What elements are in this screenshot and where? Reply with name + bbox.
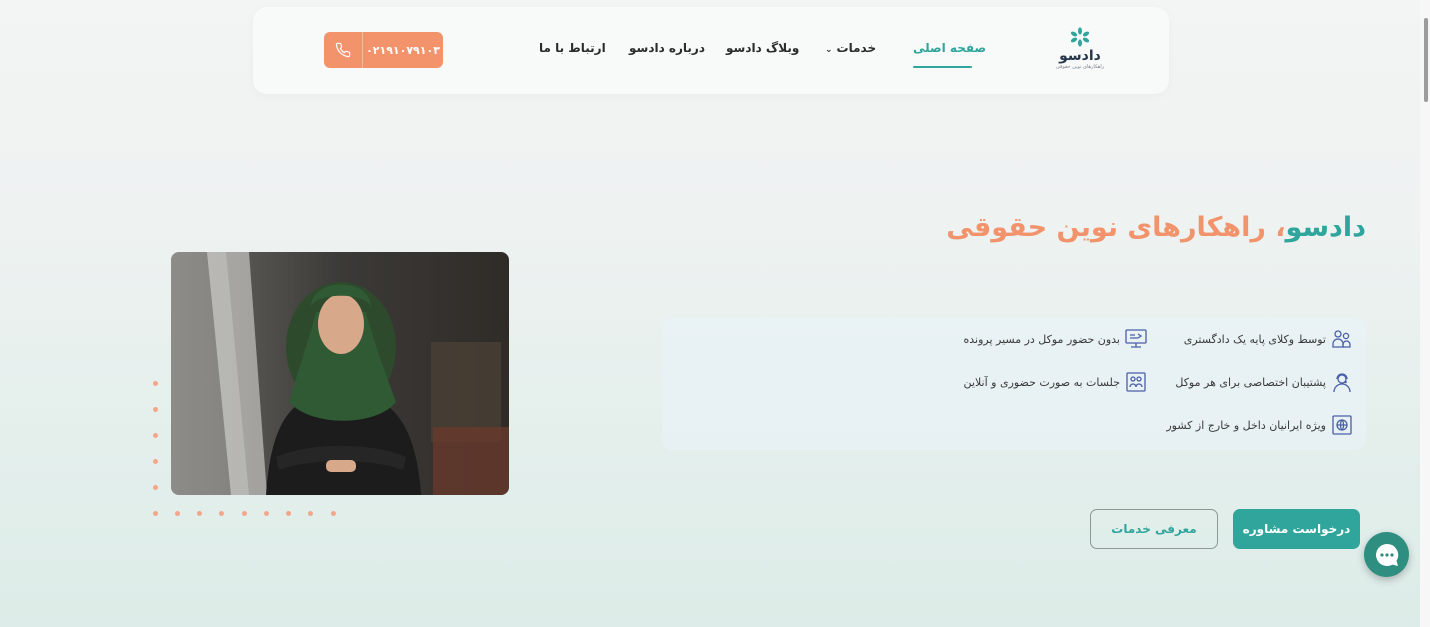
- hero-photo: [171, 252, 509, 495]
- meeting-icon: [1124, 370, 1148, 394]
- site-logo[interactable]: دادسو راهکارهای نوین حقوقی: [1050, 27, 1110, 79]
- decorative-dot: [308, 511, 313, 516]
- feature-label: پشتیبان اختصاصی برای هر موکل: [1175, 375, 1326, 389]
- decorative-dot: [153, 511, 158, 516]
- nav-services-label: خدمات: [836, 41, 877, 55]
- online-case-icon: [1124, 327, 1148, 351]
- logo-tagline: راهکارهای نوین حقوقی: [1055, 64, 1105, 70]
- decorative-dot: [197, 511, 202, 516]
- feature-item: پشتیبان اختصاصی برای هر موکل: [1175, 370, 1354, 394]
- feature-item: جلسات به صورت حضوری و آنلاین: [964, 370, 1148, 394]
- decorative-dot: [286, 511, 291, 516]
- decorative-dot: [153, 433, 158, 438]
- feature-label: ویژه ایرانیان داخل و خارج از کشور: [1166, 418, 1326, 432]
- hero-tagline: راهکارهای نوین حقوقی: [946, 212, 1276, 243]
- hero-brand: دادسو: [1285, 212, 1366, 243]
- scrollbar-thumb[interactable]: [1424, 18, 1428, 102]
- decorative-dot: [153, 381, 158, 386]
- nav-blog[interactable]: وبلاگ دادسو: [726, 41, 799, 61]
- feature-label: توسط وکلای پایه یک دادگستری: [1183, 332, 1326, 346]
- feature-item: توسط وکلای پایه یک دادگستری: [1184, 327, 1354, 351]
- chevron-down-icon: ⌄: [825, 45, 833, 55]
- nav-home[interactable]: صفحه اصلی: [913, 41, 986, 61]
- support-agent-icon: [1330, 370, 1354, 394]
- hero-heading: دادسو، راهکارهای نوین حقوقی: [946, 212, 1366, 243]
- chat-bubble-icon: [1375, 543, 1398, 566]
- decorative-dot: [153, 407, 158, 412]
- decorative-dot: [219, 511, 224, 516]
- phone-call-button[interactable]: ۰۲۱۹۱۰۷۹۱۰۳: [324, 32, 443, 68]
- site-header: دادسو راهکارهای نوین حقوقی صفحه اصلی ⌄ خد…: [253, 7, 1169, 94]
- feature-label: جلسات به صورت حضوری و آنلاین: [963, 375, 1120, 389]
- services-intro-button[interactable]: معرفی خدمات: [1090, 509, 1218, 549]
- global-icon: [1330, 413, 1354, 437]
- decorative-dot: [175, 511, 180, 516]
- page-scrollbar-track[interactable]: [1420, 0, 1430, 627]
- hero-separator: ،: [1275, 212, 1286, 243]
- request-consultation-button[interactable]: درخواست مشاوره: [1233, 509, 1360, 549]
- decorative-dot: [242, 511, 247, 516]
- decorative-dot: [331, 511, 336, 516]
- phone-number: ۰۲۱۹۱۰۷۹۱۰۳: [366, 43, 440, 57]
- phone-icon: [324, 32, 363, 68]
- feature-item: بدون حضور موکل در مسیر پرونده: [963, 327, 1148, 351]
- nav-services[interactable]: ⌄ خدمات: [825, 41, 876, 61]
- nav-contact[interactable]: ارتباط با ما: [539, 41, 606, 61]
- feature-item: ویژه ایرانیان داخل و خارج از کشور: [1166, 413, 1354, 437]
- feature-label: بدون حضور موکل در مسیر پرونده: [963, 332, 1120, 346]
- nav-active-indicator: [913, 66, 972, 68]
- decorative-dot: [153, 485, 158, 490]
- flower-logo-icon: [1071, 27, 1089, 47]
- decorative-dot: [153, 459, 158, 464]
- decorative-dot: [264, 511, 269, 516]
- logo-text: دادسو: [1059, 48, 1101, 64]
- chat-widget-button[interactable]: [1364, 532, 1409, 577]
- lawyers-icon: [1330, 327, 1354, 351]
- nav-about[interactable]: درباره دادسو: [629, 41, 705, 61]
